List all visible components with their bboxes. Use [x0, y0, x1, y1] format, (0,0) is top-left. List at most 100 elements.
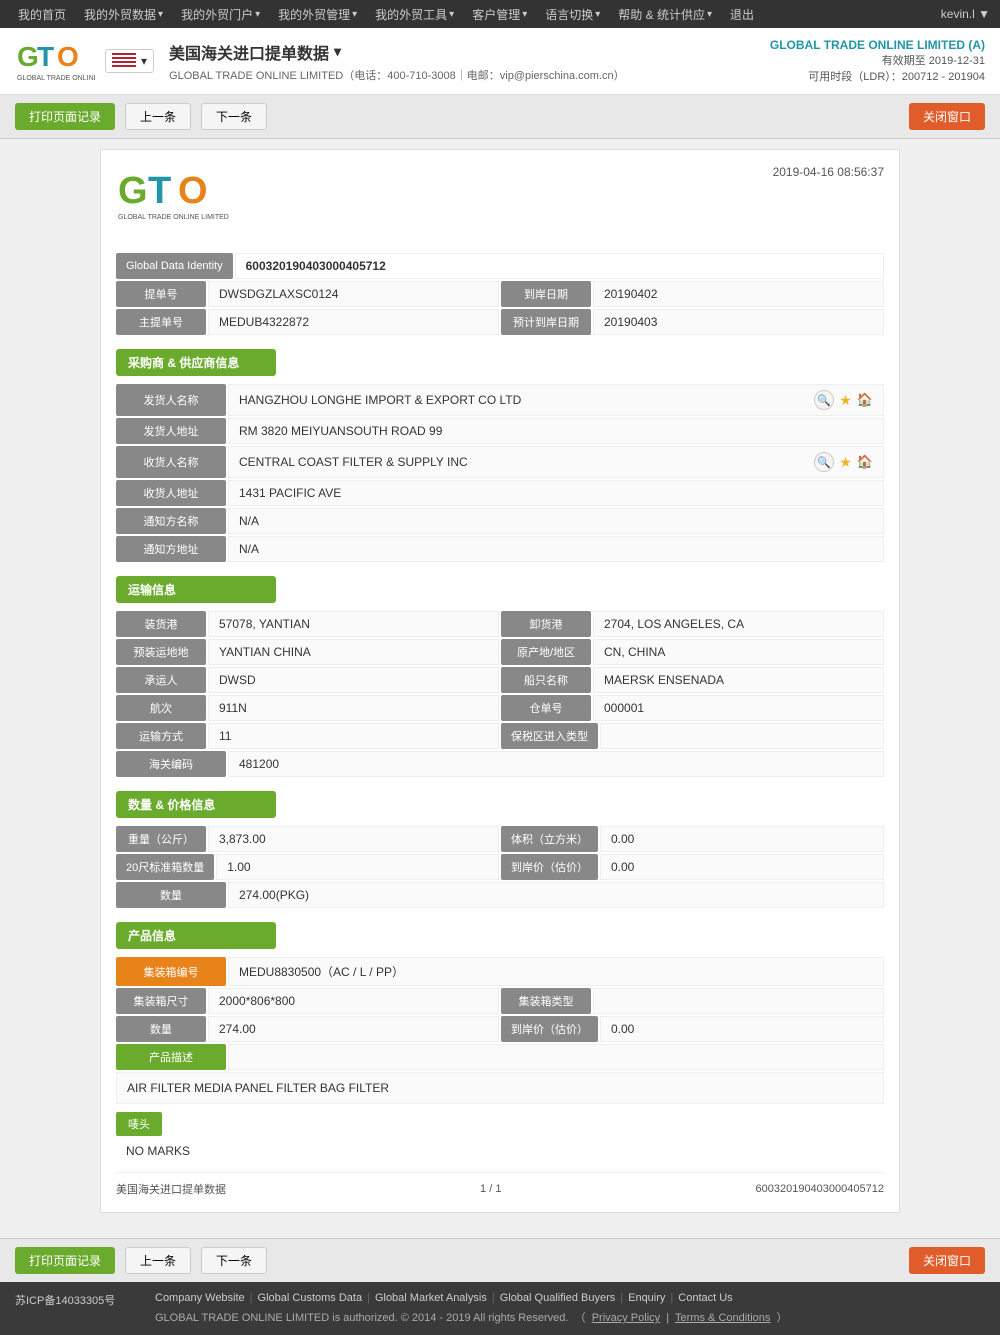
- page-header: G T O GLOBAL TRADE ONLINE LIMITED ▾ 美国海关…: [0, 28, 1000, 95]
- container-size-label: 集装箱尺寸: [116, 988, 206, 1014]
- home-icon[interactable]: 🏠: [857, 392, 873, 408]
- consignee-addr-label: 收货人地址: [116, 480, 226, 506]
- container-size-type-row: 集装箱尺寸 2000*806*800 集装箱类型: [116, 988, 884, 1014]
- consignee-addr-row: 收货人地址 1431 PACIFIC AVE: [116, 480, 884, 506]
- load-port-field: 装货港 57078, YANTIAN: [116, 611, 499, 637]
- nav-logout-label: 退出: [730, 6, 754, 23]
- nav-portal-label: 我的外贸门户: [181, 6, 253, 23]
- bottom-print-button[interactable]: 打印页面记录: [15, 1247, 115, 1274]
- page-title-area: 美国海关进口提单数据 ▾ GLOBAL TRADE ONLINE LIMITED…: [169, 40, 770, 83]
- manifest-label: 仓单号: [501, 695, 591, 721]
- footer-privacy-link[interactable]: Privacy Policy: [592, 1312, 660, 1324]
- footer-link-contact[interactable]: Contact Us: [678, 1292, 732, 1304]
- flag-selector[interactable]: ▾: [105, 49, 154, 73]
- bill-no-label: 提单号: [116, 281, 206, 307]
- footer-link-customs[interactable]: Global Customs Data: [258, 1292, 363, 1304]
- nav-management-label: 我的外贸管理: [278, 6, 350, 23]
- nav-tools-label: 我的外贸工具: [375, 6, 447, 23]
- document-container: G T O GLOBAL TRADE ONLINE LIMITED 2019-0…: [100, 149, 900, 1213]
- bonded-zone-field: 保税区进入类型: [501, 723, 884, 749]
- load-port-label: 装货港: [116, 611, 206, 637]
- master-bill-value: MEDUB4322872: [208, 309, 499, 335]
- nav-language[interactable]: 语言切换 ▾: [537, 2, 608, 27]
- page-title: 美国海关进口提单数据 ▾: [169, 40, 770, 64]
- consignee-name-label: 收货人名称: [116, 446, 226, 478]
- footer-link-enquiry[interactable]: Enquiry: [628, 1292, 665, 1304]
- notify-addr-label: 通知方地址: [116, 536, 226, 562]
- shipper-name-row: 发货人名称 HANGZHOU LONGHE IMPORT & EXPORT CO…: [116, 384, 884, 416]
- chevron-down-icon: ▾: [334, 43, 341, 60]
- logo-area: G T O GLOBAL TRADE ONLINE LIMITED ▾: [15, 36, 154, 86]
- nav-customer-label: 客户管理: [472, 6, 520, 23]
- search-icon[interactable]: 🔍: [814, 452, 834, 472]
- notify-name-value: N/A: [228, 508, 884, 534]
- product-qty-value: 274.00: [208, 1016, 499, 1042]
- svg-text:O: O: [57, 41, 79, 72]
- close-button[interactable]: 关闭窗口: [909, 103, 985, 130]
- transport-mode-label: 运输方式: [116, 723, 206, 749]
- shipper-icons: 🔍 ★ 🏠: [814, 390, 873, 410]
- product-qty-field: 数量 274.00: [116, 1016, 499, 1042]
- nav-management[interactable]: 我的外贸管理 ▾: [270, 2, 365, 27]
- container20-field: 20尺标准箱数量 1.00: [116, 854, 499, 880]
- svg-text:T: T: [37, 41, 54, 72]
- nav-trade-data[interactable]: 我的外贸数据 ▾: [76, 2, 171, 27]
- section-quantity-header: 数量 & 价格信息: [116, 791, 276, 818]
- bottom-close-button[interactable]: 关闭窗口: [909, 1247, 985, 1274]
- load-port-value: 57078, YANTIAN: [208, 611, 499, 637]
- estimated-date-field: 预计到岸日期 20190403: [501, 309, 884, 335]
- nav-help-label: 帮助 & 统计供应: [618, 6, 705, 23]
- product-desc-label: 产品描述: [116, 1044, 226, 1070]
- home-icon[interactable]: 🏠: [857, 454, 873, 470]
- footer-link-market[interactable]: Global Market Analysis: [375, 1292, 487, 1304]
- prev-button[interactable]: 上一条: [125, 103, 191, 130]
- bottom-next-button[interactable]: 下一条: [201, 1247, 267, 1274]
- star-icon[interactable]: ★: [839, 392, 852, 409]
- unit-price-field: 到岸价（估价） 0.00: [501, 854, 884, 880]
- print-button[interactable]: 打印页面记录: [15, 103, 115, 130]
- top-navigation: 我的首页 我的外贸数据 ▾ 我的外贸门户 ▾ 我的外贸管理 ▾ 我的外贸工具 ▾…: [0, 0, 1000, 28]
- search-icon[interactable]: 🔍: [814, 390, 834, 410]
- user-info[interactable]: kevin.l ▼: [941, 7, 990, 21]
- footer-terms-link[interactable]: Terms & Conditions: [675, 1312, 770, 1324]
- bill-no-value: DWSDGZLAXSC0124: [208, 281, 499, 307]
- next-button[interactable]: 下一条: [201, 103, 267, 130]
- container-type-field: 集装箱类型: [501, 988, 884, 1014]
- chevron-down-icon: ▾: [707, 9, 712, 20]
- chevron-down-icon: ▾: [255, 9, 260, 20]
- voyage-value: 911N: [208, 695, 499, 721]
- shipper-name-label: 发货人名称: [116, 384, 226, 416]
- star-icon[interactable]: ★: [839, 454, 852, 471]
- company-info-right: GLOBAL TRADE ONLINE LIMITED (A) 有效期至 201…: [770, 38, 985, 84]
- svg-text:GLOBAL TRADE ONLINE LIMITED: GLOBAL TRADE ONLINE LIMITED: [17, 75, 95, 82]
- nav-portal[interactable]: 我的外贸门户 ▾: [173, 2, 268, 27]
- notify-addr-row: 通知方地址 N/A: [116, 536, 884, 562]
- nav-home[interactable]: 我的首页: [10, 2, 74, 27]
- svg-text:GLOBAL TRADE ONLINE LIMITED: GLOBAL TRADE ONLINE LIMITED: [118, 214, 229, 221]
- container-price-row: 20尺标准箱数量 1.00 到岸价（估价） 0.00: [116, 854, 884, 880]
- nav-tools[interactable]: 我的外贸工具 ▾: [367, 2, 462, 27]
- chevron-down-icon: ▾: [158, 9, 163, 20]
- unit-price-label: 到岸价（估价）: [501, 854, 598, 880]
- origin-field: 原产地/地区 CN, CHINA: [501, 639, 884, 665]
- bonded-zone-value: [600, 723, 884, 749]
- doc-footer-center: 1 / 1: [480, 1183, 501, 1195]
- consignee-name-value: CENTRAL COAST FILTER & SUPPLY INC 🔍 ★ 🏠: [228, 446, 884, 478]
- doc-logo-svg: G T O GLOBAL TRADE ONLINE LIMITED: [116, 165, 236, 225]
- notify-name-row: 通知方名称 N/A: [116, 508, 884, 534]
- nav-help[interactable]: 帮助 & 统计供应 ▾: [610, 2, 720, 27]
- sea-bill-value: 481200: [228, 751, 884, 777]
- product-price-field: 到岸价（估价） 0.00: [501, 1016, 884, 1042]
- nav-customer[interactable]: 客户管理 ▾: [464, 2, 535, 27]
- doc-header: G T O GLOBAL TRADE ONLINE LIMITED 2019-0…: [116, 165, 884, 238]
- nav-logout[interactable]: 退出: [722, 2, 762, 27]
- footer-link-buyers[interactable]: Global Qualified Buyers: [500, 1292, 616, 1304]
- footer-link-company[interactable]: Company Website: [155, 1292, 245, 1304]
- quantity-value: 274.00(PKG): [228, 882, 884, 908]
- dest-port-value: 2704, LOS ANGELES, CA: [593, 611, 884, 637]
- master-bill-field: 主提单号 MEDUB4322872: [116, 309, 499, 335]
- user-name: kevin.l ▼: [941, 7, 990, 21]
- quantity-row: 数量 274.00(PKG): [116, 882, 884, 908]
- bottom-prev-button[interactable]: 上一条: [125, 1247, 191, 1274]
- nav-trade-data-label: 我的外贸数据: [84, 6, 156, 23]
